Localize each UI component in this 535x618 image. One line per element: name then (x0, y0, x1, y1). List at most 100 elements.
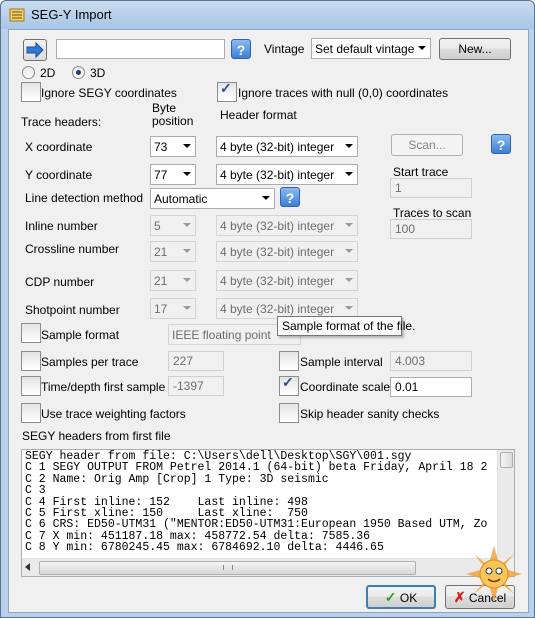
vintage-label: Vintage (264, 42, 305, 56)
skip-sanity-checkbox[interactable] (279, 403, 299, 423)
first-sample-input[interactable]: -1397 (168, 376, 224, 396)
ignore-segy-checkbox[interactable] (21, 82, 41, 102)
coordinate-scale-label: Coordinate scale (300, 380, 391, 394)
sample-format-checkbox[interactable] (21, 323, 41, 343)
ok-button[interactable]: ✓ OK (366, 585, 436, 609)
coordinate-scale-checkbox[interactable]: ✓ (279, 374, 299, 396)
grip-icon (223, 565, 233, 570)
sample-interval-checkbox[interactable] (279, 351, 299, 371)
first-sample-label: Time/depth first sample (41, 380, 166, 394)
crossline-byte-value: 21 (154, 245, 168, 259)
ignore-segy-label: Ignore SEGY coordinates (41, 86, 177, 100)
check-icon: ✓ (220, 80, 232, 96)
cdp-byte-dropdown[interactable]: 21 (150, 270, 196, 291)
crossline-byte-dropdown[interactable]: 21 (150, 241, 196, 262)
chevron-down-icon (345, 223, 353, 227)
scan-help-icon[interactable]: ? (491, 134, 511, 154)
sample-format-tooltip: Sample format of the file. (277, 316, 415, 336)
title-bar: SEG-Y Import (1, 1, 534, 29)
inline-byte-dropdown[interactable]: 5 (150, 215, 196, 236)
traces-to-scan-label: Traces to scan (393, 206, 472, 220)
horizontal-scrollbar[interactable] (22, 558, 498, 576)
segy-headers-textarea[interactable]: SEGY header from file: C:\Users\dell\Des… (21, 449, 515, 577)
start-trace-label: Start trace (393, 165, 449, 179)
window-title: SEG-Y Import (31, 7, 112, 22)
skip-sanity-label: Skip header sanity checks (300, 407, 440, 421)
radio-3d[interactable] (72, 66, 85, 79)
radio-2d[interactable] (22, 66, 35, 79)
arrow-right-icon (26, 41, 44, 59)
y-format-dropdown[interactable]: 4 byte (32-bit) integer (216, 164, 358, 185)
y-byte-value: 77 (154, 168, 168, 182)
scan-button[interactable]: Scan... (391, 134, 463, 156)
scroll-thumb[interactable] (500, 452, 513, 468)
inline-number-label: Inline number (25, 219, 98, 233)
x-format-value: 4 byte (32-bit) integer (220, 140, 335, 154)
line-detection-help-icon[interactable]: ? (280, 187, 300, 207)
samples-per-trace-value: 227 (173, 354, 194, 368)
segy-headers-text: SEGY header from file: C:\Users\dell\Des… (25, 450, 488, 555)
first-sample-value: -1397 (173, 379, 204, 393)
cdp-format-value: 4 byte (32-bit) integer (220, 274, 335, 288)
shotpoint-number-label: Shotpoint number (25, 303, 120, 317)
line-detection-dropdown[interactable]: Automatic (150, 188, 275, 209)
chevron-down-icon (345, 144, 353, 148)
sample-interval-input[interactable]: 4.003 (390, 351, 472, 371)
chevron-down-icon (345, 306, 353, 310)
radio-selected-dot (76, 70, 81, 75)
coordinate-scale-input[interactable]: 0.01 (390, 377, 472, 397)
x-byte-dropdown[interactable]: 73 (150, 136, 196, 157)
ignore-null-checkbox[interactable]: ✓ (217, 80, 237, 102)
y-coordinate-label: Y coordinate (25, 168, 93, 182)
traces-to-scan-input[interactable]: 100 (390, 219, 472, 239)
select-file-button[interactable] (23, 39, 47, 61)
vertical-scrollbar[interactable] (497, 450, 514, 559)
help-icon[interactable]: ? (231, 39, 251, 59)
byte-position-label: Byte (152, 101, 177, 115)
shotpoint-byte-dropdown[interactable]: 17 (150, 298, 196, 319)
radio-2d-label: 2D (40, 66, 56, 80)
samples-per-trace-label: Samples per trace (41, 355, 139, 369)
app-icon (9, 8, 25, 22)
crossline-format-dropdown[interactable]: 4 byte (32-bit) integer (216, 241, 358, 262)
chevron-down-icon (345, 278, 353, 282)
crossline-format-value: 4 byte (32-bit) integer (220, 245, 335, 259)
cdp-format-dropdown[interactable]: 4 byte (32-bit) integer (216, 270, 358, 291)
x-format-dropdown[interactable]: 4 byte (32-bit) integer (216, 136, 358, 157)
vintage-dropdown[interactable]: Set default vintage (311, 38, 431, 59)
scroll-left-icon[interactable] (25, 563, 30, 571)
trace-headers-label: Trace headers: (21, 115, 102, 129)
samples-per-trace-checkbox[interactable] (21, 351, 41, 371)
first-sample-checkbox[interactable] (21, 376, 41, 396)
start-trace-value: 1 (395, 181, 402, 195)
sun-mascot-icon (466, 546, 522, 602)
check-icon: ✓ (384, 589, 397, 605)
ignore-null-label: Ignore traces with null (0,0) coordinate… (238, 86, 449, 100)
chevron-down-icon (183, 278, 191, 282)
samples-per-trace-input[interactable]: 227 (168, 351, 224, 371)
crossline-number-label: Crossline number (25, 242, 120, 256)
dialog-window: SEG-Y Import ? Vintage Set default vinta… (0, 0, 535, 618)
segy-headers-label: SEGY headers from first file (22, 429, 171, 443)
chevron-down-icon (183, 223, 191, 227)
line-detection-label: Line detection method (25, 191, 144, 205)
sample-interval-label: Sample interval (300, 355, 383, 369)
y-byte-dropdown[interactable]: 77 (150, 164, 196, 185)
x-byte-value: 73 (154, 140, 168, 154)
header-format-label: Header format (220, 108, 297, 122)
chevron-down-icon (183, 249, 191, 253)
hscroll-thumb[interactable] (39, 561, 416, 575)
chevron-down-icon (183, 144, 191, 148)
cdp-number-label: CDP number (25, 275, 95, 289)
sample-format-value: IEEE floating point (172, 328, 271, 342)
new-vintage-button[interactable]: New... (439, 38, 511, 60)
chevron-down-icon (183, 172, 191, 176)
file-path-input[interactable] (56, 39, 225, 59)
ok-label: OK (399, 591, 418, 605)
inline-byte-value: 5 (154, 219, 161, 233)
weighting-checkbox[interactable] (21, 403, 41, 423)
sample-format-label: Sample format (41, 328, 120, 342)
start-trace-input[interactable]: 1 (390, 178, 472, 198)
shotpoint-format-value: 4 byte (32-bit) integer (220, 302, 335, 316)
inline-format-dropdown[interactable]: 4 byte (32-bit) integer (216, 215, 358, 236)
